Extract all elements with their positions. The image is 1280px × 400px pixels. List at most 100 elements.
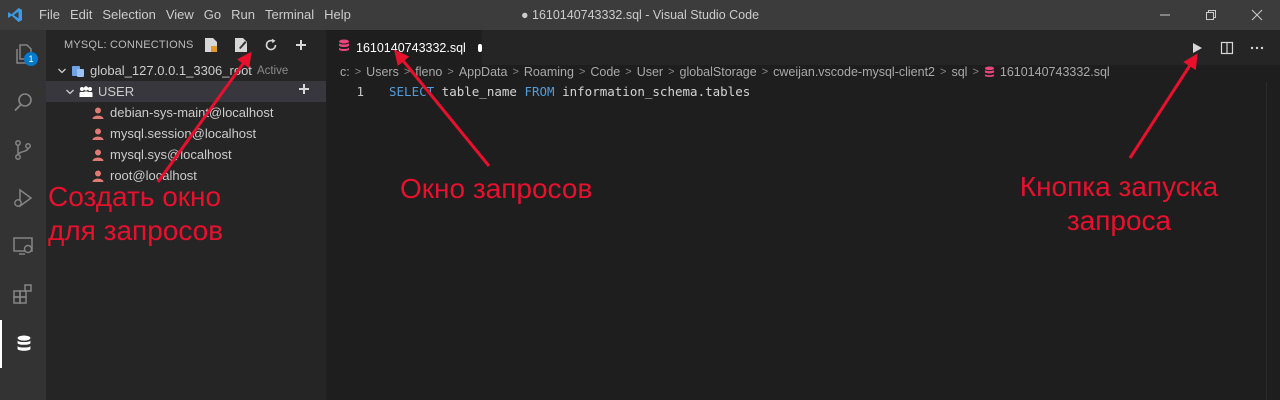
breadcrumb-item[interactable]: 1610140743332.sql	[1000, 65, 1110, 79]
connection-node[interactable]: global_127.0.0.1_3306_root Active	[46, 60, 326, 81]
code-line: 1 SELECT table_name FROM information_sch…	[326, 82, 750, 101]
sql-code[interactable]: SELECT table_name FROM information_schem…	[389, 84, 750, 99]
search-view-button[interactable]	[0, 78, 46, 126]
run-debug-button[interactable]	[0, 174, 46, 222]
user-icon	[90, 126, 106, 142]
breadcrumb-item[interactable]: Users	[366, 65, 399, 79]
tab-label: 1610140743332.sql	[356, 40, 466, 55]
extensions-icon	[13, 284, 32, 304]
server-icon	[70, 63, 86, 79]
remote-explorer-icon	[13, 237, 33, 255]
plus-icon	[299, 84, 309, 94]
breadcrumb-item[interactable]: globalStorage	[680, 65, 757, 79]
menu-run[interactable]: Run	[226, 0, 260, 30]
user-item-debian-sys-maint[interactable]: debian-sys-maint@localhost	[46, 102, 326, 123]
menu-edit[interactable]: Edit	[65, 0, 97, 30]
panel-header: MYSQL: CONNECTIONS	[46, 30, 326, 60]
connection-status: Active	[256, 64, 289, 77]
refresh-button[interactable]	[256, 30, 286, 60]
ellipsis-icon	[1250, 46, 1264, 49]
breadcrumb-item[interactable]: cweijan.vscode-mysql-client2	[773, 65, 935, 79]
panel-title: MYSQL: CONNECTIONS	[64, 39, 194, 51]
annotation-query-window: Окно запросов	[400, 173, 593, 204]
add-connection-button[interactable]	[286, 30, 316, 60]
breadcrumb-item[interactable]: User	[637, 65, 663, 79]
annotation-line: Кнопка запуска	[1019, 171, 1219, 202]
menu-help[interactable]: Help	[319, 0, 356, 30]
user-icon	[90, 105, 106, 121]
run-debug-icon	[14, 188, 33, 208]
source-control-icon	[15, 140, 31, 160]
tab-sql-file[interactable]: 1610140743332.sql	[326, 30, 482, 65]
connection-label: global_127.0.0.1_3306_root	[90, 63, 252, 78]
chevron-down-icon	[62, 81, 78, 102]
run-query-button[interactable]	[1182, 33, 1212, 63]
menu-file[interactable]: File	[34, 0, 65, 30]
editor-tab-bar: 1610140743332.sql	[326, 30, 1280, 65]
minimize-button[interactable]	[1142, 0, 1188, 30]
menu-bar: File Edit Selection View Go Run Terminal…	[34, 0, 356, 30]
breadcrumb-item[interactable]: sql	[951, 65, 967, 79]
breadcrumb-item[interactable]: Code	[590, 65, 620, 79]
new-query-icon	[235, 38, 247, 52]
sql-keyword: SELECT	[389, 84, 435, 99]
breadcrumb-item[interactable]: Roaming	[524, 65, 574, 79]
minimize-icon	[1160, 14, 1170, 16]
annotation-create-window: Создать окно для запросов	[48, 180, 223, 248]
sql-keyword: FROM	[524, 84, 555, 99]
title-bar: File Edit Selection View Go Run Terminal…	[0, 0, 1280, 30]
user-icon	[90, 147, 106, 163]
vscode-logo-icon	[0, 0, 30, 30]
breadcrumb-item[interactable]: AppData	[459, 65, 508, 79]
window-controls	[1142, 0, 1280, 30]
sql-text: information_schema.tables	[554, 84, 751, 99]
search-icon	[14, 93, 32, 112]
editor-actions	[1182, 30, 1272, 65]
user-group-node[interactable]: USER	[46, 81, 326, 102]
add-user-button[interactable]	[298, 83, 310, 98]
line-number: 1	[356, 84, 364, 99]
extensions-button[interactable]	[0, 270, 46, 318]
activity-bar: 1	[0, 30, 46, 400]
restore-icon	[1206, 10, 1216, 20]
refresh-icon	[265, 38, 277, 51]
breadcrumb: c: > Users > fleno > AppData > Roaming > Code…	[340, 65, 1110, 79]
database-button[interactable]	[0, 320, 46, 368]
split-editor-button[interactable]	[1212, 33, 1242, 63]
source-control-button[interactable]	[0, 126, 46, 174]
sql-text: table_name	[434, 84, 525, 99]
menu-go[interactable]: Go	[199, 0, 226, 30]
database-file-icon	[338, 39, 350, 57]
chevron-down-icon	[54, 60, 70, 81]
annotation-line: запроса	[1066, 205, 1172, 236]
panel-actions	[196, 30, 316, 60]
users-group-icon	[78, 84, 94, 100]
explorer-button[interactable]: 1	[0, 30, 46, 78]
database-icon	[17, 335, 31, 351]
user-group-label: USER	[98, 84, 135, 99]
remote-explorer-button[interactable]	[0, 222, 46, 270]
close-window-button[interactable]	[1234, 0, 1280, 30]
more-actions-button[interactable]	[1242, 33, 1272, 63]
annotation-line: для запросов	[48, 215, 224, 246]
restore-button[interactable]	[1188, 0, 1234, 30]
annotation-line: Создать окно	[48, 181, 222, 212]
annotation-run-button: Кнопка запуска запроса	[1014, 170, 1224, 238]
user-item-mysql-session[interactable]: mysql.session@localhost	[46, 123, 326, 144]
unsaved-indicator[interactable]	[477, 43, 482, 52]
query-editor[interactable]: 1 SELECT table_name FROM information_sch…	[326, 82, 1280, 400]
user-label: mysql.session@localhost	[110, 126, 257, 141]
breadcrumb-item[interactable]: c:	[340, 65, 350, 79]
database-file-icon	[984, 66, 995, 78]
breadcrumb-item[interactable]: fleno	[415, 65, 442, 79]
new-file-icon	[205, 38, 217, 52]
menu-view[interactable]: View	[161, 0, 199, 30]
play-icon	[1193, 42, 1202, 53]
user-item-mysql-sys[interactable]: mysql.sys@localhost	[46, 144, 326, 165]
new-query-button[interactable]	[226, 30, 256, 60]
menu-terminal[interactable]: Terminal	[260, 0, 319, 30]
menu-selection[interactable]: Selection	[97, 0, 160, 30]
editor-scrollbar[interactable]	[1266, 82, 1280, 400]
new-document-button[interactable]	[196, 30, 226, 60]
close-icon	[1251, 9, 1263, 21]
